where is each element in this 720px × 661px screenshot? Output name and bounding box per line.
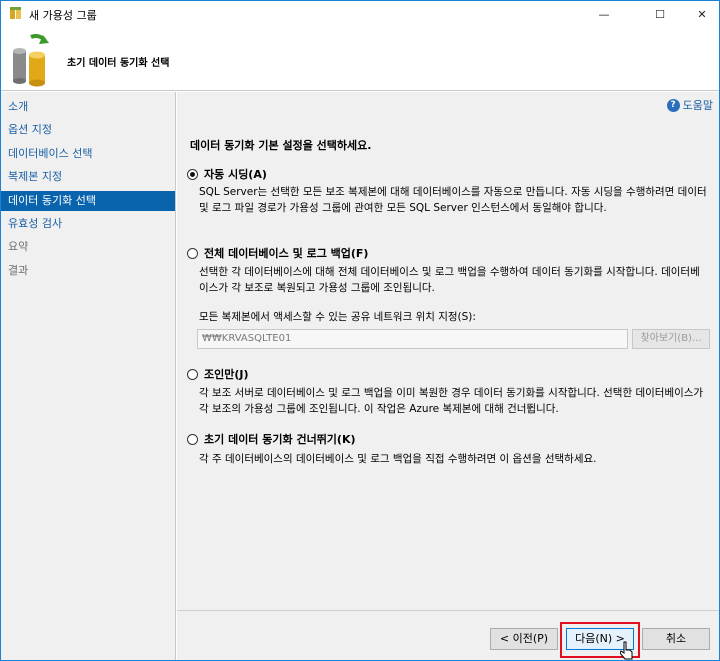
title-bar: 새 가용성 그룹 — ☐ ✕ [1,1,719,27]
maximize-icon: ☐ [655,7,665,21]
page-header-title: 초기 데이터 동기화 선택 [67,58,170,69]
dialog-window: 새 가용성 그룹 — ☐ ✕ 초기 데이터 동기화 선택 소개 옵션 지정 데이… [0,0,720,661]
browse-button[interactable]: 찾아보기(B)... [632,329,710,349]
option-skip-sync-description: 각 주 데이터베이스의 데이터베이스 및 로그 백업을 직접 수행하려면 이 옵… [199,453,597,465]
option-skip-sync[interactable]: 초기 데이터 동기화 건너뛰기(K) [187,431,356,447]
radio-join-only[interactable] [187,368,198,380]
radio-full-backup[interactable] [187,247,198,259]
sidebar-item-validation[interactable]: 유효성 검사 [1,214,175,234]
sidebar-item-results: 결과 [8,264,29,277]
option-auto-seeding[interactable]: 자동 시딩(A) [187,166,267,182]
option-full-backup[interactable]: 전체 데이터베이스 및 로그 백업(F) [187,245,368,261]
help-link[interactable]: ? 도움말 [666,97,713,113]
wizard-footer: < 이전(P) 다음(N) > 취소 [177,610,719,660]
database-sync-icon [13,34,49,87]
wizard-sidebar: 소개 옵션 지정 데이터베이스 선택 복제본 지정 데이터 동기화 선택 유효성… [1,92,176,660]
sidebar-item-options[interactable]: 옵션 지정 [1,120,175,140]
option-join-only-label: 조인만(J) [204,368,249,381]
sidebar-item-data-sync[interactable]: 데이터 동기화 선택 [1,191,175,211]
mouse-cursor-icon [620,641,633,660]
wizard-header: 초기 데이터 동기화 선택 [1,27,719,91]
app-icon [10,7,21,19]
sidebar-item-databases[interactable]: 데이터베이스 선택 [1,144,175,164]
option-auto-seeding-label: 자동 시딩(A) [204,168,267,181]
share-location-label: 모든 복제본에서 액세스할 수 있는 공유 네트워크 위치 지정(S): [199,311,476,323]
option-join-only-description: 각 보조 서버로 데이터베이스 및 로그 백업을 이미 복원한 경우 데이터 동… [199,387,704,415]
option-join-only[interactable]: 조인만(J) [187,366,249,382]
help-label: 도움말 [682,99,713,112]
sidebar-item-summary: 요약 [8,240,29,253]
previous-button[interactable]: < 이전(P) [490,628,558,650]
close-button[interactable]: ✕ [679,1,720,27]
option-auto-seeding-description: SQL Server는 선택한 모든 보조 복제본에 대해 데이터베이스를 자동… [199,186,707,214]
radio-auto-seeding[interactable] [187,168,198,180]
option-skip-sync-label: 초기 데이터 동기화 건너뛰기(K) [204,433,356,446]
close-icon: ✕ [697,7,707,21]
intro-text: 데이터 동기화 기본 설정을 선택하세요. [190,139,372,152]
share-location-input[interactable]: ₩₩KRVASQLTE01 [197,329,628,349]
option-full-backup-label: 전체 데이터베이스 및 로그 백업(F) [204,247,369,260]
maximize-button[interactable]: ☐ [637,1,683,27]
radio-skip-sync[interactable] [187,433,198,445]
minimize-icon: — [598,7,610,21]
option-full-backup-description: 선택한 각 데이터베이스에 대해 전체 데이터베이스 및 로그 백업을 수행하여… [199,266,700,294]
main-panel: ? 도움말 데이터 동기화 기본 설정을 선택하세요. 자동 시딩(A) SQL… [177,92,719,610]
sidebar-item-intro[interactable]: 소개 [1,97,175,117]
window-title: 새 가용성 그룹 [29,9,97,22]
help-icon: ? [666,98,680,112]
minimize-button[interactable]: — [581,1,627,27]
cancel-button[interactable]: 취소 [642,628,710,650]
sidebar-item-replicas[interactable]: 복제본 지정 [1,167,175,187]
